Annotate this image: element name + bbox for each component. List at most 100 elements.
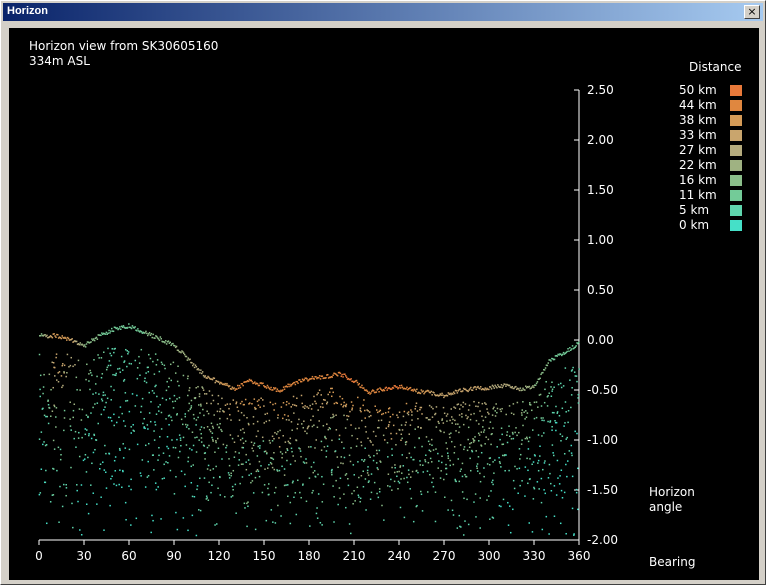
data-point <box>123 360 126 362</box>
data-point <box>251 380 253 383</box>
data-point <box>564 401 567 403</box>
data-point <box>449 436 451 439</box>
data-point <box>180 351 182 354</box>
data-point <box>163 463 165 466</box>
data-point <box>321 402 324 405</box>
close-button[interactable]: × <box>744 5 760 19</box>
data-point <box>93 434 96 437</box>
data-point <box>43 373 45 376</box>
data-point <box>372 390 375 392</box>
data-point <box>103 529 105 531</box>
data-point <box>573 371 576 373</box>
title-bar[interactable]: Horizon × <box>3 3 763 21</box>
data-point <box>522 424 524 427</box>
data-point <box>115 372 117 375</box>
data-point <box>548 392 550 394</box>
data-point <box>344 474 347 476</box>
data-point <box>211 394 214 397</box>
data-point <box>234 389 236 391</box>
data-point <box>429 457 432 460</box>
data-point <box>60 453 62 456</box>
data-point <box>338 438 341 440</box>
data-point <box>88 434 90 437</box>
data-point <box>340 462 342 464</box>
data-point <box>547 395 549 397</box>
data-point <box>434 520 437 523</box>
data-point <box>556 355 558 357</box>
data-point <box>187 375 189 377</box>
data-point <box>232 488 234 491</box>
data-point <box>540 405 543 407</box>
data-point <box>211 484 213 487</box>
data-point <box>191 495 194 498</box>
data-point <box>231 437 234 440</box>
data-point <box>512 479 515 482</box>
legend-label: 27 km <box>679 143 717 157</box>
data-point <box>299 491 301 494</box>
data-point <box>533 417 536 420</box>
data-point <box>461 416 463 418</box>
data-point <box>252 416 255 418</box>
data-point <box>362 404 364 407</box>
data-point <box>537 406 539 408</box>
data-point <box>411 414 413 416</box>
data-point <box>300 496 302 499</box>
data-point <box>92 393 94 395</box>
data-point <box>358 427 360 429</box>
data-point <box>416 388 418 391</box>
data-point <box>58 371 61 373</box>
data-point <box>38 353 41 356</box>
data-point <box>232 399 235 401</box>
data-point <box>518 467 521 470</box>
data-point <box>165 389 168 392</box>
data-point <box>346 418 349 421</box>
data-point <box>253 398 256 400</box>
data-point <box>359 409 362 412</box>
data-point <box>443 412 446 415</box>
data-point <box>247 422 250 425</box>
data-point <box>317 473 319 476</box>
data-point <box>156 359 159 361</box>
data-point <box>269 442 272 444</box>
data-point <box>95 439 98 441</box>
data-point <box>211 378 214 381</box>
data-point <box>556 412 559 414</box>
data-point <box>333 402 336 405</box>
data-point <box>279 390 281 393</box>
data-point <box>399 387 402 389</box>
data-point <box>191 362 193 364</box>
data-point <box>458 414 461 416</box>
data-point <box>258 447 261 449</box>
data-point <box>476 463 479 465</box>
data-point <box>287 440 290 443</box>
data-point <box>184 485 186 488</box>
data-point <box>114 470 117 472</box>
data-point <box>532 429 534 431</box>
data-point <box>189 408 192 410</box>
data-point <box>551 390 553 392</box>
data-point <box>219 410 221 413</box>
data-point <box>200 426 203 428</box>
data-point <box>169 469 172 472</box>
data-point <box>456 527 459 529</box>
data-point <box>195 534 198 537</box>
data-point <box>92 406 94 409</box>
data-point <box>526 457 528 460</box>
data-point <box>508 435 511 438</box>
data-point <box>170 416 172 418</box>
data-point <box>201 372 203 375</box>
data-point <box>499 462 501 465</box>
legend-label: 11 km <box>679 188 717 202</box>
data-point <box>166 380 168 383</box>
data-point <box>295 513 298 516</box>
data-point <box>130 478 132 481</box>
data-point <box>149 420 152 423</box>
data-point <box>59 448 62 451</box>
data-point <box>343 447 345 449</box>
data-point <box>191 431 194 433</box>
data-point <box>136 367 139 369</box>
data-point <box>242 384 244 387</box>
data-point <box>453 446 456 448</box>
data-point <box>273 437 275 440</box>
data-point <box>242 463 244 465</box>
